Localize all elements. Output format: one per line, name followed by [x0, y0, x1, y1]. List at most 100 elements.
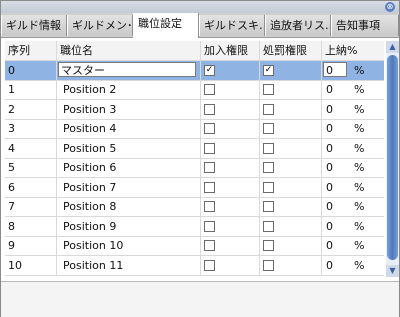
position-name: Position 3: [63, 103, 117, 116]
position-name-cell[interactable]: Position 5: [57, 139, 201, 158]
rate-cell: 0%: [322, 119, 384, 138]
join-permission-checkbox[interactable]: [204, 221, 215, 232]
join-permission-checkbox[interactable]: [204, 182, 215, 193]
table-row[interactable]: 1 Position 2 0%: [5, 80, 384, 100]
punish-permission-checkbox[interactable]: [263, 123, 274, 134]
table-row[interactable]: 8 Position 9 0%: [5, 217, 384, 237]
position-name-cell[interactable]: Position 6: [57, 158, 201, 177]
tribute-rate-input[interactable]: 0: [326, 178, 333, 197]
rate-cell: 0%: [322, 236, 384, 255]
tribute-rate-input[interactable]: 0: [326, 158, 333, 177]
punish-cell: ✓: [260, 61, 322, 80]
punish-permission-checkbox[interactable]: [263, 84, 274, 95]
tribute-rate-input[interactable]: 0: [326, 119, 333, 138]
punish-cell: [260, 236, 322, 255]
seq-cell: 9: [5, 236, 57, 255]
position-name-cell[interactable]: マスター: [57, 61, 201, 80]
tab-guild-members[interactable]: ギルドメン･…: [67, 15, 133, 36]
punish-permission-checkbox[interactable]: [263, 182, 274, 193]
tribute-rate-input[interactable]: 0: [323, 62, 347, 77]
position-name-cell[interactable]: Position 11: [57, 256, 201, 275]
position-name: Position 8: [63, 200, 117, 213]
table-row[interactable]: 0 マスター ✓ ✓ 0%: [5, 61, 384, 81]
punish-permission-checkbox[interactable]: [263, 162, 274, 173]
punish-cell: [260, 197, 322, 216]
percent-label: %: [354, 64, 365, 77]
punish-cell: [260, 178, 322, 197]
tribute-rate-input[interactable]: 0: [326, 139, 333, 158]
table-row[interactable]: 4 Position 5 0%: [5, 139, 384, 159]
table-row[interactable]: 5 Position 6 0%: [5, 158, 384, 178]
close-icon[interactable]: ⊗: [385, 2, 395, 12]
percent-label: %: [354, 142, 365, 155]
rate-cell: 0%: [322, 80, 384, 99]
seq-cell: 5: [5, 158, 57, 177]
header-punish: 処罰権限: [260, 41, 322, 60]
position-name-input[interactable]: マスター: [58, 62, 196, 77]
rate-cell: 0%: [322, 158, 384, 177]
table-row[interactable]: 10 Position 11 0%: [5, 256, 384, 276]
punish-permission-checkbox[interactable]: [263, 143, 274, 154]
join-cell: [201, 119, 260, 138]
tab-guild-skills[interactable]: ギルドスキ…: [199, 15, 265, 36]
scroll-up-icon[interactable]: ▲: [386, 41, 399, 53]
join-permission-checkbox[interactable]: ✓: [204, 65, 215, 76]
tab-position-settings[interactable]: 職位設定: [133, 13, 199, 38]
position-name: Position 11: [63, 259, 124, 272]
tribute-rate-input[interactable]: 0: [326, 80, 333, 99]
footer-panel: [1, 281, 399, 317]
percent-label: %: [354, 259, 365, 272]
seq-cell: 2: [5, 100, 57, 119]
punish-permission-checkbox[interactable]: [263, 201, 274, 212]
punish-permission-checkbox[interactable]: [263, 260, 274, 271]
punish-permission-checkbox[interactable]: [263, 240, 274, 251]
position-name-cell[interactable]: Position 7: [57, 178, 201, 197]
position-name-cell[interactable]: Position 4: [57, 119, 201, 138]
punish-permission-checkbox[interactable]: ✓: [263, 65, 274, 76]
tribute-rate-input[interactable]: 0: [326, 100, 333, 119]
tribute-rate-input[interactable]: 0: [326, 256, 333, 275]
percent-label: %: [354, 239, 365, 252]
table-row[interactable]: 3 Position 4 0%: [5, 119, 384, 139]
punish-cell: [260, 256, 322, 275]
join-permission-checkbox[interactable]: [204, 201, 215, 212]
position-name-cell[interactable]: Position 10: [57, 236, 201, 255]
rate-cell: 0%: [322, 256, 384, 275]
position-name-cell[interactable]: Position 9: [57, 217, 201, 236]
join-permission-checkbox[interactable]: [204, 84, 215, 95]
table-row[interactable]: 2 Position 3 0%: [5, 100, 384, 120]
table-row[interactable]: 7 Position 8 0%: [5, 197, 384, 217]
rate-cell: 0%: [322, 217, 384, 236]
position-name: Position 6: [63, 161, 117, 174]
table-row[interactable]: 6 Position 7 0%: [5, 178, 384, 198]
join-permission-checkbox[interactable]: [204, 162, 215, 173]
position-table: 序列 職位名 加入権限 処罰権限 上納% 0 マスター ✓ ✓ 0% 1 Position …: [5, 41, 384, 277]
position-name-cell[interactable]: Position 2: [57, 80, 201, 99]
seq-cell: 6: [5, 178, 57, 197]
table-row[interactable]: 9 Position 10 0%: [5, 236, 384, 256]
tribute-rate-input[interactable]: 0: [326, 197, 333, 216]
header-name: 職位名: [57, 41, 201, 60]
tribute-rate-input[interactable]: 0: [326, 217, 333, 236]
position-name-cell[interactable]: Position 8: [57, 197, 201, 216]
join-permission-checkbox[interactable]: [204, 260, 215, 271]
rate-cell: 0%: [322, 139, 384, 158]
scroll-thumb[interactable]: [387, 55, 398, 260]
tab-guild-info[interactable]: ギルド情報: [1, 15, 67, 36]
join-permission-checkbox[interactable]: [204, 143, 215, 154]
join-cell: [201, 236, 260, 255]
position-name: Position 4: [63, 122, 117, 135]
join-permission-checkbox[interactable]: [204, 240, 215, 251]
tribute-rate-input[interactable]: 0: [326, 236, 333, 255]
join-permission-checkbox[interactable]: [204, 104, 215, 115]
title-bar[interactable]: ⊗: [1, 1, 399, 13]
scroll-down-icon[interactable]: ▼: [386, 265, 399, 277]
tab-expelled-list[interactable]: 追放者リス…: [265, 15, 331, 36]
punish-permission-checkbox[interactable]: [263, 104, 274, 115]
position-name-cell[interactable]: Position 3: [57, 100, 201, 119]
percent-label: %: [354, 83, 365, 96]
vertical-scrollbar[interactable]: ▲ ▼: [386, 41, 399, 277]
punish-permission-checkbox[interactable]: [263, 221, 274, 232]
tab-notice[interactable]: 告知事項: [331, 15, 399, 36]
join-permission-checkbox[interactable]: [204, 123, 215, 134]
